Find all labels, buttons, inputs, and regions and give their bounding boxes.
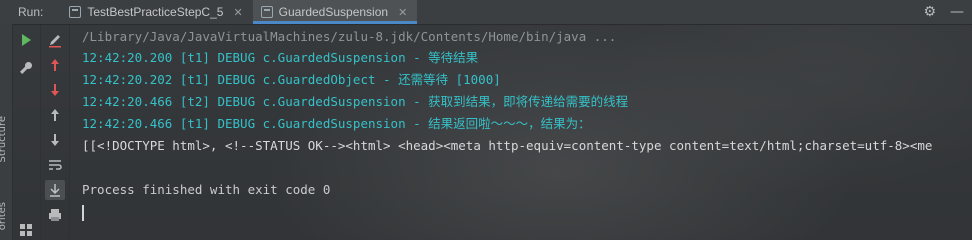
layout-icon[interactable] (16, 220, 36, 240)
wrench-icon[interactable] (16, 58, 36, 78)
edit-icon[interactable] (45, 30, 65, 50)
text-caret (82, 205, 84, 221)
log-line: 12:42:20.466 [t1] DEBUG c.GuardedSuspens… (82, 116, 591, 131)
tab-label: GuardedSuspension (278, 5, 389, 19)
process-finished-line: Process finished with exit code 0 (82, 182, 331, 197)
log-line: 12:42:20.200 [t1] DEBUG c.GuardedSuspens… (82, 50, 479, 65)
tab-guarded-suspension[interactable]: GuardedSuspension ✕ (252, 0, 418, 24)
structure-tool-label[interactable]: Structure (0, 116, 11, 163)
command-line: /Library/Java/JavaVirtualMachines/zulu-8… (82, 29, 617, 44)
close-icon[interactable]: ✕ (233, 6, 242, 19)
arrow-down-icon[interactable] (45, 130, 65, 150)
run-toolbar-secondary (41, 25, 70, 240)
print-icon[interactable] (45, 205, 65, 225)
run-tabbar: Run: TestBestPracticeStepC_5 ✕ GuardedSu… (0, 0, 972, 25)
close-icon[interactable]: ✕ (398, 6, 407, 19)
gear-icon[interactable]: ⚙ (923, 4, 936, 20)
run-config-icon (69, 6, 82, 18)
run-config-icon (260, 6, 273, 18)
log-line: 12:42:20.202 [t1] DEBUG c.GuardedObject … (82, 72, 501, 87)
play-icon[interactable] (16, 30, 36, 50)
run-label: Run: (18, 5, 44, 19)
log-line: 12:42:20.466 [t2] DEBUG c.GuardedSuspens… (82, 94, 629, 109)
scroll-to-end-icon[interactable] (45, 180, 65, 200)
tab-label: TestBestPracticeStepC_5 (87, 5, 224, 19)
favorites-tool-label[interactable]: orites (0, 202, 11, 230)
rerun-up-icon[interactable] (45, 55, 65, 75)
soft-wrap-icon[interactable] (45, 155, 65, 175)
rerun-down-icon[interactable] (45, 80, 65, 100)
top-right-controls: ⚙ — (923, 0, 964, 24)
arrow-up-icon[interactable] (45, 105, 65, 125)
console-output[interactable]: /Library/Java/JavaVirtualMachines/zulu-8… (70, 25, 972, 240)
output-line: [[<!DOCTYPE html>, <!--STATUS OK--><html… (82, 138, 933, 153)
tab-test-best-practice[interactable]: TestBestPracticeStepC_5 ✕ (61, 0, 252, 24)
minimize-icon[interactable]: — (950, 4, 964, 20)
run-toolbar-primary (12, 25, 41, 240)
